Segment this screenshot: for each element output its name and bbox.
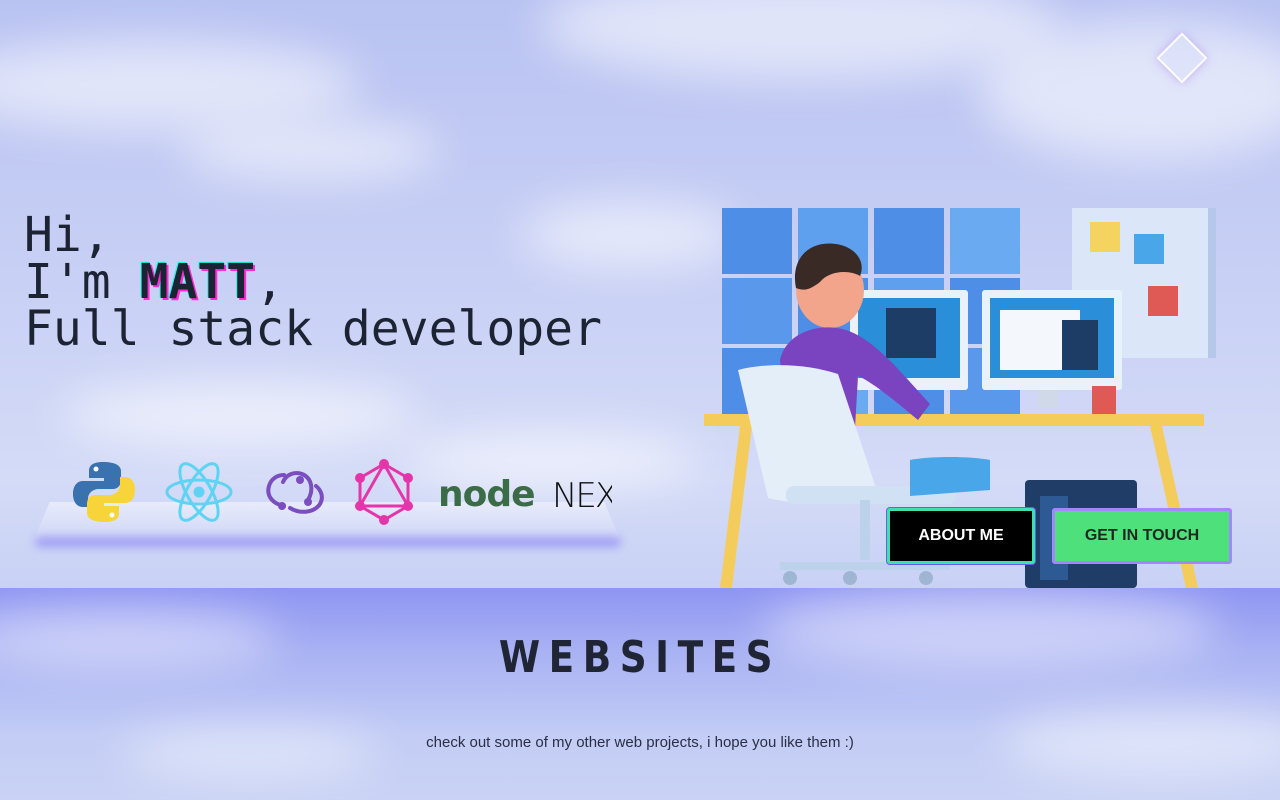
hero-intro: Hi, I'm MATT, Full stack developer [24,207,602,357]
websites-title: WEBSITES [498,632,782,683]
nodejs-icon: node [438,474,536,522]
get-in-touch-button[interactable]: GET IN TOUCH [1052,508,1232,564]
hero-role: Full stack developer [24,301,602,357]
nodejs-label: node [438,474,536,515]
graphql-icon [355,459,413,525]
python-icon [73,462,135,522]
websites-subtitle: check out some of my other web projects,… [426,734,854,751]
react-icon [165,462,233,522]
nextjs-icon: NEX [552,476,612,524]
websites-section: WEBSITES check out some of my other web … [0,588,1280,800]
redux-icon [266,471,324,514]
about-me-button[interactable]: ABOUT ME [887,508,1035,564]
hero-greeting: Hi, [24,207,111,263]
hero-name-line: I'm MATT, [24,258,602,306]
nextjs-label: NEX [552,476,612,516]
